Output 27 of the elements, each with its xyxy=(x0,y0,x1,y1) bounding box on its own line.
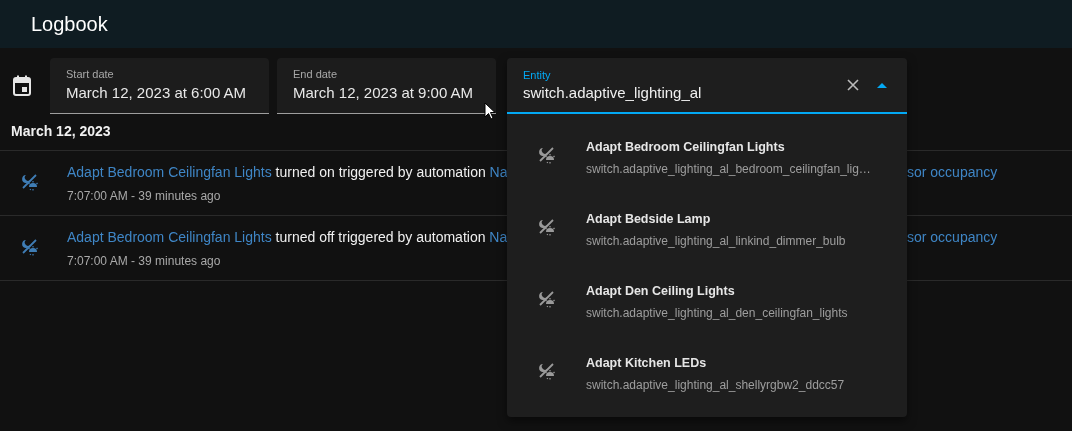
entity-link[interactable]: Adapt Bedroom Ceilingfan Lights xyxy=(67,229,272,245)
log-time: 7:07:00 AM - 39 minutes ago xyxy=(67,254,222,268)
caret-up-icon[interactable] xyxy=(877,82,887,88)
automation-link[interactable]: sor occupancy xyxy=(907,216,998,245)
close-icon[interactable] xyxy=(847,79,859,91)
adaptive-lighting-icon xyxy=(19,237,40,257)
automation-link[interactable]: Na xyxy=(489,229,507,245)
mouse-cursor-icon xyxy=(484,102,496,120)
adaptive-lighting-icon xyxy=(536,217,557,237)
automation-link[interactable]: sor occupancy xyxy=(907,151,998,180)
log-message: Adapt Bedroom Ceilingfan Lights turned off triggered by automation Na xyxy=(67,229,507,245)
log-time: 7:07:00 AM - 39 minutes ago xyxy=(67,189,222,203)
entity-option[interactable]: Adapt Bedside Lamp switch.adaptive_lighting_al_linkind_dimmer_bulb xyxy=(507,206,907,278)
calendar-icon[interactable] xyxy=(12,75,32,97)
page-title: Logbook xyxy=(31,12,108,36)
adaptive-lighting-icon xyxy=(536,145,557,165)
entity-field[interactable]: Entity switch.adaptive_lighting_al xyxy=(507,58,907,114)
date-field[interactable]: End date March 12, 2023 at 9:00 AM xyxy=(277,58,496,114)
log-message: Adapt Bedroom Ceilingfan Lights turned on triggered by automation Na xyxy=(67,164,507,180)
adaptive-lighting-icon xyxy=(536,361,557,381)
date-field[interactable]: Start date March 12, 2023 at 6:00 AM xyxy=(50,58,269,114)
entity-option[interactable]: Adapt Kitchen LEDs switch.adaptive_lighting_al_shellyrgbw2_ddcc57 xyxy=(507,350,907,422)
entity-link[interactable]: Adapt Bedroom Ceilingfan Lights xyxy=(67,164,272,180)
automation-link[interactable]: Na xyxy=(489,164,507,180)
adaptive-lighting-icon xyxy=(19,172,40,192)
adaptive-lighting-icon xyxy=(536,289,557,309)
entity-option[interactable]: Adapt Den Ceiling Lights switch.adaptive_lighting_al_den_ceilingfan_lights xyxy=(507,278,907,350)
